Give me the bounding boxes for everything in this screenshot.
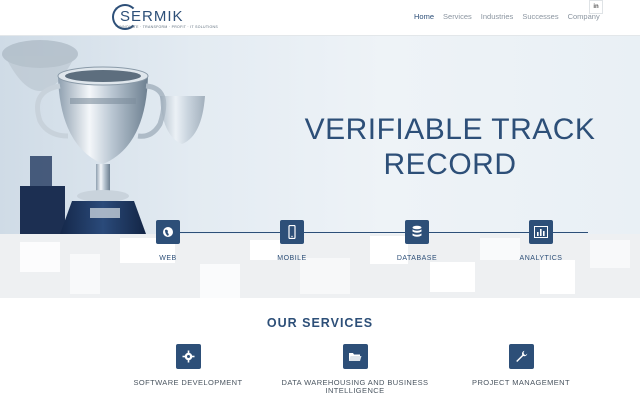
service-data-warehousing-label-line-2: INTELLIGENCE [325,386,385,395]
chart-icon [529,220,553,244]
trophy-image [2,40,205,234]
wrench-icon [508,344,534,369]
service-software-development-label: SOFTWARE DEVELOPMENT [133,378,243,387]
feature-web[interactable]: WEB [128,220,208,262]
logo-tagline: INNOVATE · TRANSFORM · PROFIT · IT SOLUT… [119,25,219,29]
logo[interactable]: SERMIK INNOVATE · TRANSFORM · PROFIT · I… [112,4,222,32]
hero-title-line-1: VERIFIABLE TRACK [304,113,596,146]
feature-mobile-label: MOBILE [277,255,307,262]
hero-title: VERIFIABLE TRACK RECORD [300,112,600,182]
feature-web-label: WEB [159,255,177,262]
service-project-management[interactable]: PROJECT MANAGEMENT [446,344,596,387]
service-project-management-label: PROJECT MANAGEMENT [472,378,570,387]
nav-item-services[interactable]: Services [443,12,472,21]
feature-analytics-label: ANALYTICS [519,255,563,262]
services-title: OUR SERVICES [266,316,374,330]
service-data-warehousing-label: DATA WAREHOUSING AND BUSINESS INTELLIGEN… [280,379,430,395]
hero-banner: VERIFIABLE TRACK RECORD [0,36,640,234]
nav-item-home[interactable]: Home [414,12,434,21]
services-section: OUR SERVICES SOFTWARE DEVELOPMENT DATA W… [0,298,640,400]
feature-analytics[interactable]: ANALYTICS [501,220,581,262]
linkedin-icon[interactable]: in [589,0,603,14]
service-software-development[interactable]: SOFTWARE DEVELOPMENT [113,344,263,387]
gear-icon [175,344,201,369]
database-icon [405,220,429,244]
feature-database-label: DATABASE [396,255,438,262]
main-nav: Home Services Industries Successes Compa… [414,12,600,21]
site-header: SERMIK INNOVATE · TRANSFORM · PROFIT · I… [0,0,640,36]
nav-item-successes[interactable]: Successes [522,12,558,21]
feature-database[interactable]: DATABASE [377,220,457,262]
globe-icon [156,220,180,244]
feature-mobile[interactable]: MOBILE [252,220,332,262]
service-data-warehousing[interactable]: DATA WAREHOUSING AND BUSINESS INTELLIGEN… [280,344,430,395]
hero-title-line-2: RECORD [383,148,517,181]
mobile-icon [280,220,304,244]
logo-name: SERMIK [120,8,184,25]
folder-icon [342,344,368,369]
nav-item-industries[interactable]: Industries [481,12,514,21]
